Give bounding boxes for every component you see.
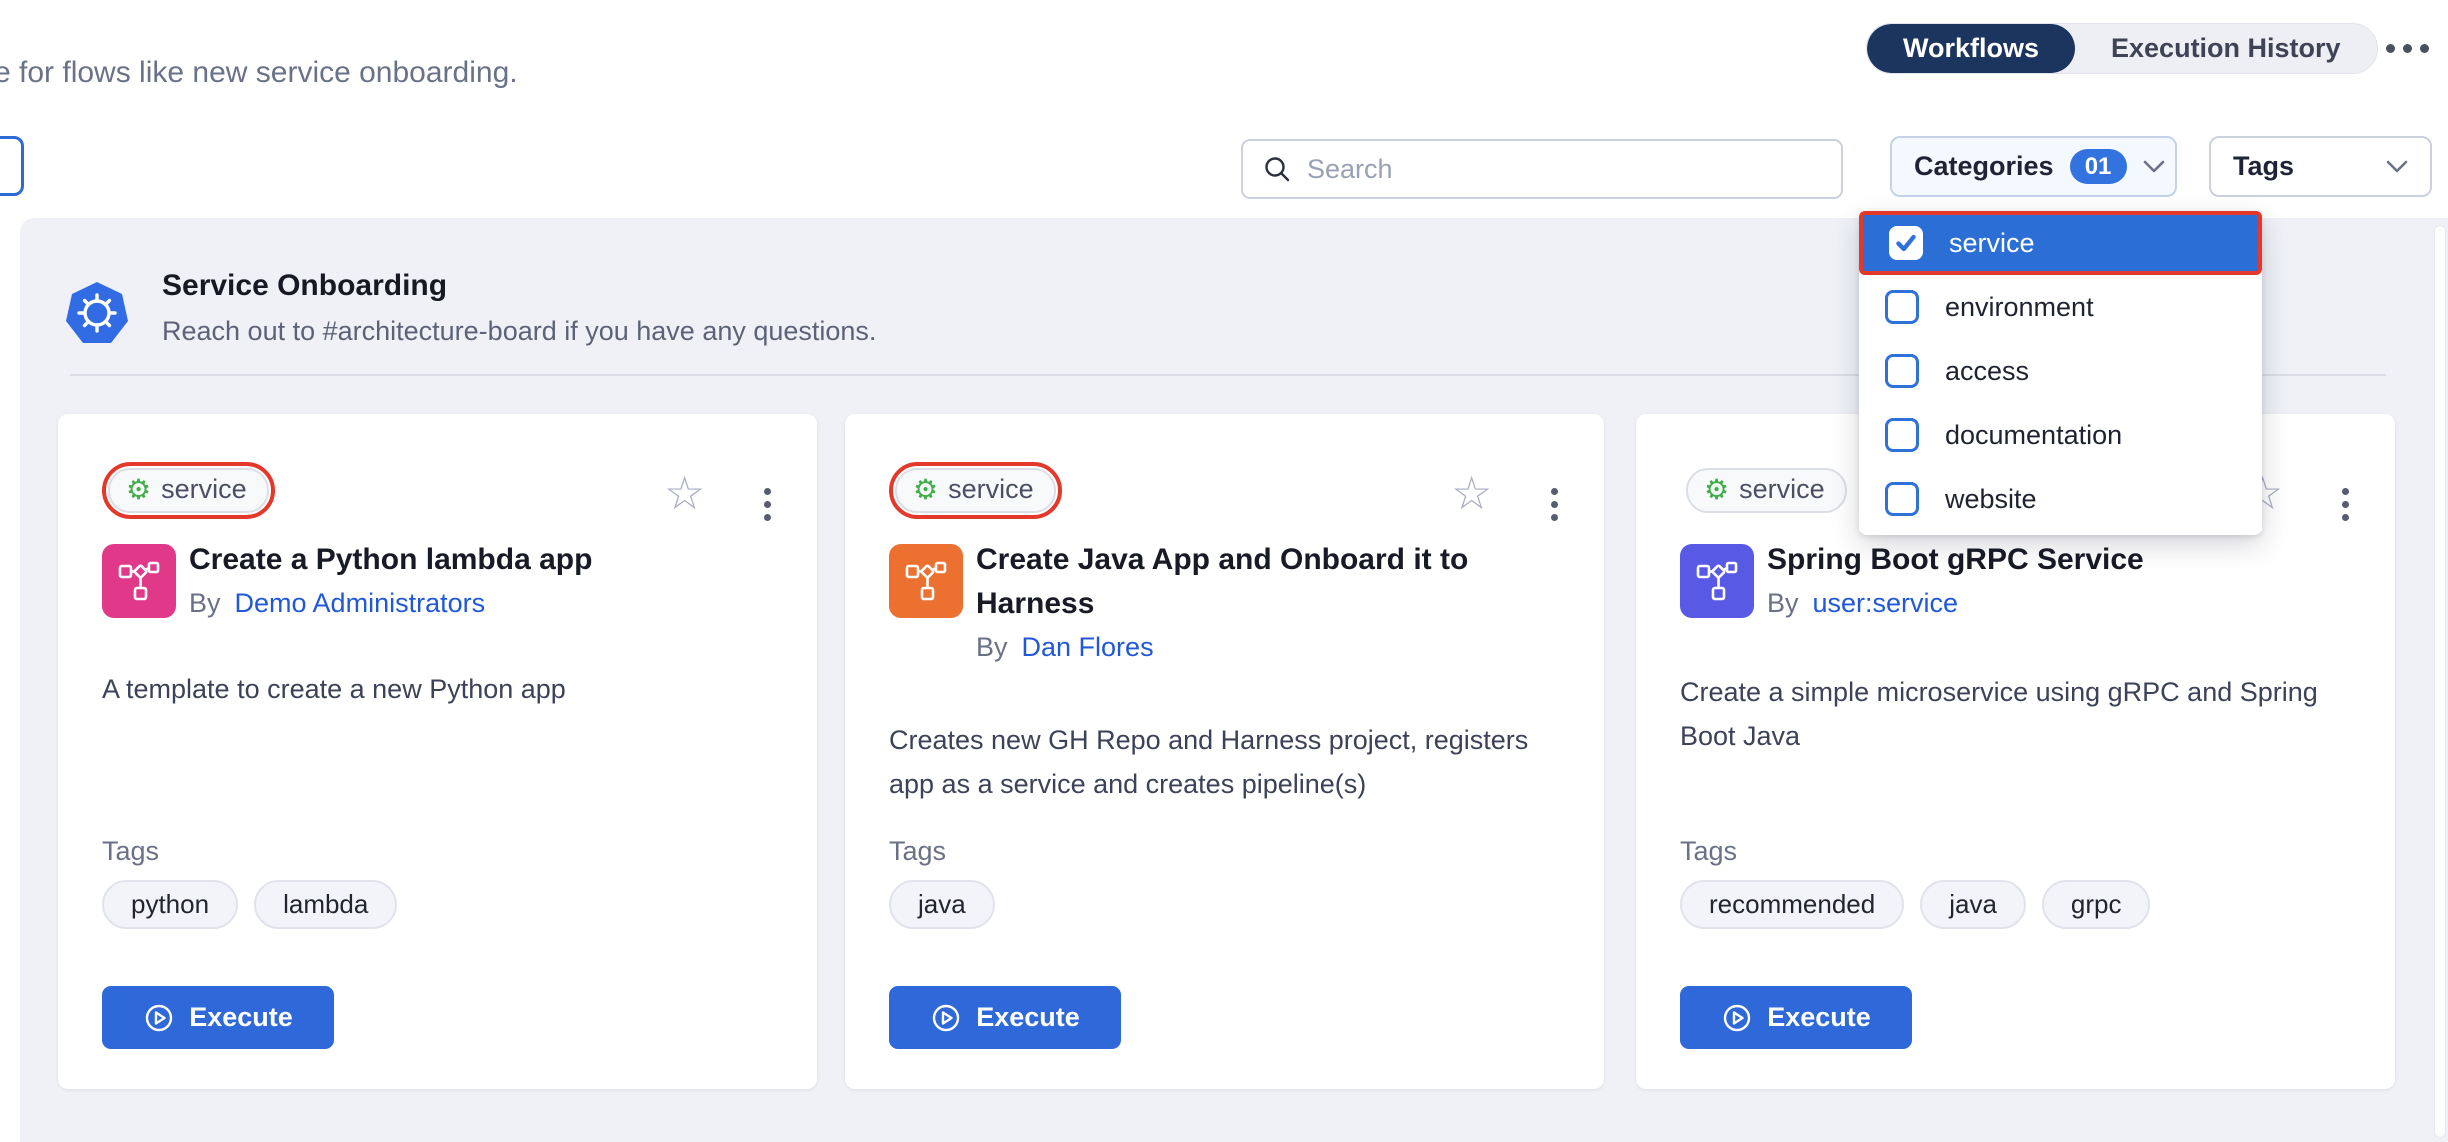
execute-button[interactable]: Execute <box>889 986 1121 1049</box>
kebab-menu-icon[interactable] <box>1547 484 1562 525</box>
star-favorite-icon[interactable]: ☆ <box>664 470 705 516</box>
tab-workflows[interactable]: Workflows <box>1867 24 2075 73</box>
checkbox-unchecked[interactable] <box>1885 418 1919 452</box>
categories-count-badge: 01 <box>2070 149 2127 184</box>
card-title: Create a Python lambda app <box>189 538 781 582</box>
gear-icon: ⚙ <box>1704 476 1729 504</box>
checkbox-unchecked[interactable] <box>1885 482 1919 516</box>
by-label: By <box>976 632 1008 663</box>
author-link[interactable]: user:service <box>1813 588 1959 619</box>
category-badge: ⚙ service <box>1686 468 1847 513</box>
chevron-down-icon <box>2143 160 2165 174</box>
card-title: Spring Boot gRPC Service <box>1767 538 2359 582</box>
tags-filter[interactable]: Tags <box>2209 136 2432 197</box>
tags-label: Tags <box>1680 836 1737 867</box>
card-description: Create a simple microservice using gRPC … <box>1680 670 2360 758</box>
section-subtitle: Reach out to #architecture-board if you … <box>162 316 876 347</box>
checkbox-unchecked[interactable] <box>1885 354 1919 388</box>
checkbox-checked[interactable] <box>1889 226 1923 260</box>
dropdown-item-label: access <box>1945 356 2029 387</box>
highlight-ring: ⚙ service <box>889 462 1062 519</box>
tags-label: Tags <box>102 836 159 867</box>
kubernetes-icon <box>64 278 130 353</box>
card-description: Creates new GH Repo and Harness project,… <box>889 718 1569 806</box>
dropdown-item-website[interactable]: website <box>1859 467 2262 531</box>
tag-chip: python <box>102 880 238 929</box>
by-label: By <box>1767 588 1799 619</box>
execute-button[interactable]: Execute <box>1680 986 1912 1049</box>
chevron-down-icon <box>2386 160 2408 174</box>
dropdown-item-service[interactable]: service <box>1859 211 2262 275</box>
categories-label: Categories <box>1914 151 2054 182</box>
search-input[interactable] <box>1307 154 1821 185</box>
tags-label: Tags <box>889 836 946 867</box>
vertical-scrollbar[interactable] <box>2434 225 2446 1138</box>
tag-chip: grpc <box>2042 880 2151 929</box>
page-subtitle-partial: e for flows like new service onboarding. <box>0 56 518 90</box>
execute-label: Execute <box>976 1002 1080 1033</box>
cutoff-button[interactable] <box>0 136 24 196</box>
categories-filter[interactable]: Categories 01 <box>1890 136 2177 197</box>
dropdown-item-environment[interactable]: environment <box>1859 275 2262 339</box>
dropdown-item-access[interactable]: access <box>1859 339 2262 403</box>
dropdown-item-label: documentation <box>1945 420 2122 451</box>
tag-chip: java <box>1920 880 2026 929</box>
workflow-type-icon <box>889 544 963 618</box>
categories-dropdown: service environment access documentation… <box>1859 211 2262 535</box>
card-description: A template to create a new Python app <box>102 667 782 711</box>
workflow-card: ⚙ service ☆ Create Java App and Onboard … <box>845 414 1604 1089</box>
tag-chip: recommended <box>1680 880 1904 929</box>
category-badge-label: service <box>161 474 247 505</box>
view-toggle: Workflows Execution History <box>1866 23 2378 74</box>
execute-button[interactable]: Execute <box>102 986 334 1049</box>
execute-label: Execute <box>189 1002 293 1033</box>
kebab-menu-icon[interactable] <box>2338 484 2353 525</box>
gear-icon: ⚙ <box>913 476 938 504</box>
star-favorite-icon[interactable]: ☆ <box>1451 470 1492 516</box>
badge-wrap: ⚙ service <box>1680 462 1853 519</box>
tag-chip: lambda <box>254 880 397 929</box>
category-badge: ⚙ service <box>895 468 1056 513</box>
category-badge-label: service <box>948 474 1034 505</box>
highlight-ring: ⚙ service <box>102 462 275 519</box>
section-title: Service Onboarding <box>162 269 447 303</box>
search-icon <box>1263 155 1291 183</box>
execute-label: Execute <box>1767 1002 1871 1033</box>
card-title: Create Java App and Onboard it to Harnes… <box>976 538 1568 626</box>
dropdown-item-label: service <box>1949 228 2035 259</box>
tab-execution-history[interactable]: Execution History <box>2075 24 2377 73</box>
dropdown-item-documentation[interactable]: documentation <box>1859 403 2262 467</box>
checkbox-unchecked[interactable] <box>1885 290 1919 324</box>
tag-chip: java <box>889 880 995 929</box>
author-link[interactable]: Demo Administrators <box>235 588 486 619</box>
search-box[interactable] <box>1241 139 1843 199</box>
more-options-icon[interactable] <box>2386 44 2429 53</box>
dropdown-item-label: environment <box>1945 292 2094 323</box>
workflow-card: ⚙ service ☆ Create a Python lambda app B… <box>58 414 817 1089</box>
by-label: By <box>189 588 221 619</box>
dropdown-item-label: website <box>1945 484 2037 515</box>
workflow-type-icon <box>102 544 176 618</box>
tags-filter-label: Tags <box>2233 151 2294 182</box>
gear-icon: ⚙ <box>126 476 151 504</box>
author-link[interactable]: Dan Flores <box>1022 632 1154 663</box>
category-badge-label: service <box>1739 474 1825 505</box>
category-badge: ⚙ service <box>108 468 269 513</box>
kebab-menu-icon[interactable] <box>760 484 775 525</box>
workflow-type-icon <box>1680 544 1754 618</box>
